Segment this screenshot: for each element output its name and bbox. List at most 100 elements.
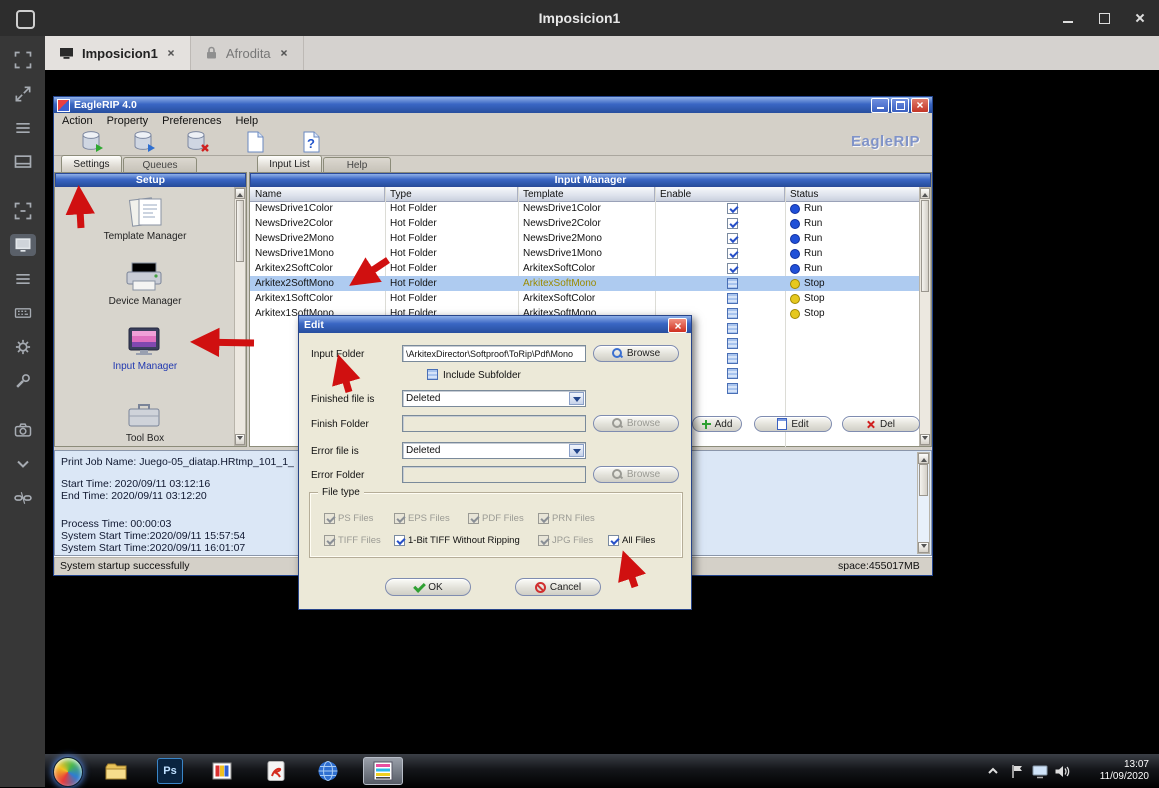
scroll-thumb[interactable] (236, 200, 244, 262)
edit-button[interactable]: Edit (754, 416, 832, 432)
checkbox[interactable] (608, 535, 619, 546)
table-row[interactable]: NewsDrive1Color Hot Folder NewsDrive1Col… (250, 201, 919, 216)
start-input-icon[interactable] (78, 129, 108, 154)
job-info-scrollbar[interactable] (917, 452, 930, 554)
setup-item-input-manager[interactable]: Input Manager (61, 325, 229, 372)
col-enable[interactable]: Enable (655, 187, 785, 201)
checkbox[interactable] (394, 535, 405, 546)
cancel-button[interactable]: Cancel (515, 578, 601, 596)
error-file-combo[interactable]: Deleted (402, 442, 586, 459)
menu-action[interactable]: Action (62, 115, 93, 127)
enable-checkbox[interactable] (727, 383, 738, 394)
finished-file-combo[interactable]: Deleted (402, 390, 586, 407)
manage-input-icon[interactable] (130, 129, 160, 154)
start-button[interactable] (53, 757, 83, 787)
menu-property[interactable]: Property (107, 115, 149, 127)
scroll-thumb[interactable] (919, 464, 928, 496)
table-row-selected[interactable]: Arkitex2SoftMono Hot Folder ArkitexSoftM… (250, 276, 919, 291)
window-titlebar[interactable]: Imposicion1 (0, 0, 1159, 36)
gear-icon[interactable] (10, 336, 36, 358)
image-viewer-icon[interactable] (207, 757, 237, 785)
selection-corners-icon[interactable] (10, 49, 36, 71)
enable-checkbox[interactable] (727, 323, 738, 334)
close-tab-icon[interactable] (167, 49, 174, 56)
help-icon[interactable]: ? (296, 129, 326, 154)
enable-checkbox[interactable] (727, 368, 738, 379)
menu-preferences[interactable]: Preferences (162, 115, 221, 127)
keyboard-icon[interactable] (10, 302, 36, 324)
col-type[interactable]: Type (385, 187, 518, 201)
list-menu-icon[interactable] (10, 268, 36, 290)
col-template[interactable]: Template (518, 187, 655, 201)
tab-settings[interactable]: Settings (61, 155, 122, 172)
scroll-thumb[interactable] (921, 200, 929, 292)
file-explorer-icon[interactable] (101, 757, 131, 785)
add-button[interactable]: Add (692, 416, 742, 432)
input-folder-field[interactable]: \ArkitexDirector\Softproof\ToRip\Pdf\Mon… (402, 345, 586, 362)
dialog-titlebar[interactable]: Edit (299, 316, 691, 333)
scroll-down-button[interactable] (235, 434, 245, 445)
table-scrollbar[interactable] (919, 187, 931, 446)
chevron-down-icon[interactable] (10, 453, 36, 475)
setup-item-device-manager[interactable]: Device Manager (61, 260, 229, 307)
table-row[interactable]: NewsDrive2Color Hot Folder NewsDrive2Col… (250, 216, 919, 231)
menu-lines-icon[interactable] (10, 117, 36, 139)
table-row[interactable]: NewsDrive1Mono Hot Folder NewsDrive1Mono… (250, 246, 919, 261)
scroll-up-button[interactable] (920, 188, 930, 199)
dialog-close-button[interactable] (668, 318, 687, 333)
pdf-reader-icon[interactable] (261, 757, 291, 785)
browser-icon[interactable] (313, 757, 343, 785)
enable-checkbox[interactable] (727, 233, 738, 244)
minimize-button[interactable] (871, 98, 889, 113)
tab-afrodita[interactable]: Afrodita (191, 36, 304, 70)
window-resize-icon[interactable] (10, 151, 36, 173)
del-button[interactable]: Del (842, 416, 920, 432)
table-row[interactable]: NewsDrive2Mono Hot Folder NewsDrive2Mono… (250, 231, 919, 246)
disconnect-icon[interactable] (10, 487, 36, 509)
tab-imposicion1[interactable]: Imposicion1 (45, 36, 191, 70)
tab-queues[interactable]: Queues (123, 157, 197, 172)
table-row[interactable]: Arkitex1SoftColor Hot Folder ArkitexSoft… (250, 291, 919, 306)
enable-checkbox[interactable] (727, 308, 738, 319)
enable-checkbox[interactable] (727, 263, 738, 274)
enable-checkbox[interactable] (727, 218, 738, 229)
col-status[interactable]: Status (785, 187, 919, 201)
tab-input-list[interactable]: Input List (257, 155, 322, 172)
enable-checkbox[interactable] (727, 338, 738, 349)
enable-checkbox[interactable] (727, 203, 738, 214)
restore-button[interactable] (1093, 8, 1115, 28)
close-button[interactable] (1129, 8, 1151, 28)
enable-checkbox[interactable] (727, 353, 738, 364)
one-bit-tiff-option[interactable]: 1-Bit TIFF Without Ripping (394, 535, 520, 546)
volume-icon[interactable] (1051, 757, 1073, 785)
display-tray-icon[interactable] (1029, 757, 1051, 785)
eaglerip-taskbar-icon[interactable] (363, 757, 403, 785)
col-name[interactable]: Name (250, 187, 385, 201)
stop-input-icon[interactable] (183, 129, 213, 154)
setup-item-tool-box[interactable]: Tool Box (61, 397, 229, 444)
setup-scrollbar[interactable] (234, 187, 246, 446)
all-files-option[interactable]: All Files (608, 535, 655, 546)
scaled-view-icon[interactable] (10, 234, 36, 256)
tab-help[interactable]: Help (323, 157, 391, 172)
table-row[interactable]: Arkitex2SoftColor Hot Folder ArkitexSoft… (250, 261, 919, 276)
action-center-flag-icon[interactable] (1007, 757, 1027, 785)
fullscreen-icon[interactable] (10, 83, 36, 105)
scroll-down-button[interactable] (918, 542, 929, 553)
dropdown-arrow-icon[interactable] (569, 392, 584, 405)
eaglerip-titlebar[interactable]: EagleRIP 4.0 (54, 97, 932, 113)
enable-checkbox[interactable] (727, 293, 738, 304)
photoshop-icon[interactable]: Ps (155, 757, 185, 785)
enable-checkbox[interactable] (727, 248, 738, 259)
document-icon[interactable] (240, 129, 270, 154)
ok-button[interactable]: OK (385, 578, 471, 596)
browse-input-folder-button[interactable]: Browse (593, 345, 679, 362)
menu-help[interactable]: Help (235, 115, 258, 127)
scroll-down-button[interactable] (920, 434, 930, 445)
maximize-button[interactable] (891, 98, 909, 113)
minimize-button[interactable] (1057, 8, 1079, 28)
include-subfolder-checkbox[interactable] (427, 369, 438, 380)
enable-checkbox[interactable] (727, 278, 738, 289)
setup-item-template-manager[interactable]: Template Manager (61, 195, 229, 242)
camera-icon[interactable] (10, 419, 36, 441)
